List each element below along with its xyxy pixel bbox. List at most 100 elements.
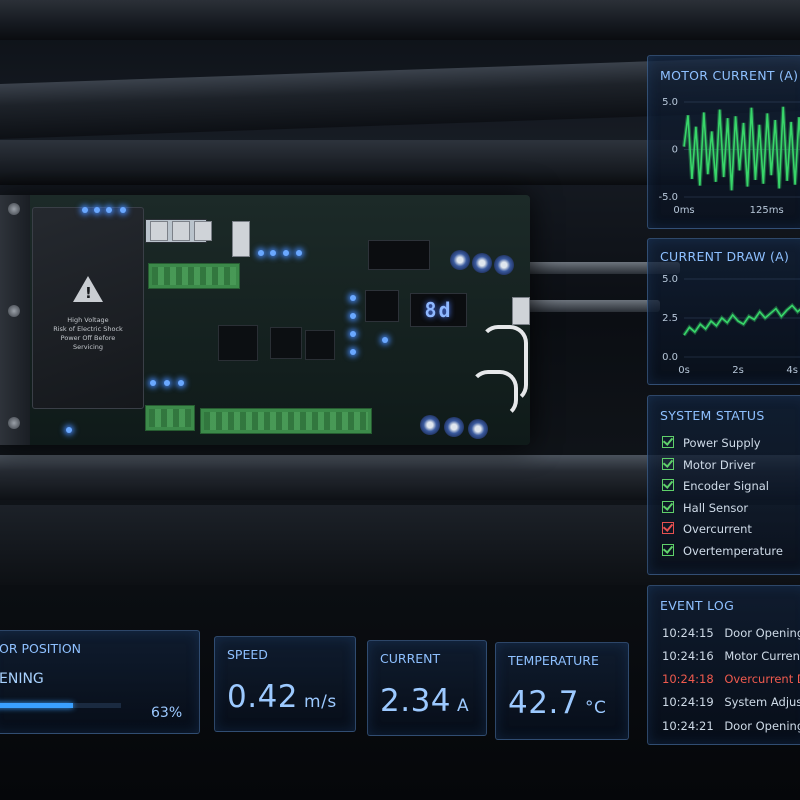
screw-icon — [8, 417, 20, 429]
y-tick-label: -5.0 — [658, 192, 678, 203]
log-message: Overcurrent De — [724, 672, 800, 686]
status-item: Power Supply — [662, 436, 761, 452]
terminal-block — [145, 405, 195, 431]
status-led — [350, 331, 356, 337]
status-led — [106, 207, 112, 213]
log-time: 10:24:16 — [662, 649, 714, 663]
terminal-block — [148, 263, 240, 289]
port-connector — [150, 221, 168, 241]
capacitor — [420, 415, 440, 435]
capacitor — [472, 253, 492, 273]
log-time: 10:24:18 — [662, 672, 714, 686]
x-tick-label: 0ms — [673, 205, 694, 216]
y-tick-label: 5.0 — [662, 274, 678, 285]
status-item: Overtemperature — [662, 544, 783, 560]
status-led — [296, 250, 302, 256]
segment-display — [365, 290, 399, 322]
x-tick-label: 125ms — [750, 205, 784, 216]
door-position-progress-fill — [0, 703, 73, 708]
ic-chip — [218, 325, 258, 361]
current-unit: A — [457, 696, 470, 716]
log-entry: 10:24:15 Door Opening — [662, 626, 800, 640]
status-item: Motor Driver — [662, 458, 755, 474]
status-label: Power Supply — [683, 436, 761, 450]
status-item: Overcurrent — [662, 522, 752, 538]
controller-board: ! High Voltage Risk of Electric Shock Po… — [0, 195, 530, 445]
exclamation-icon: ! — [85, 284, 92, 302]
y-tick-label: 5.0 — [662, 97, 678, 108]
current-value: 2.34 A — [380, 683, 469, 719]
status-led — [258, 250, 264, 256]
port-connector — [232, 221, 250, 257]
x-tick-label: 0s — [678, 365, 690, 376]
segment-display-lit: 8d — [410, 293, 467, 327]
status-label: Overcurrent — [683, 522, 752, 536]
status-led — [350, 349, 356, 355]
ic-chip — [270, 327, 302, 359]
log-entry: 10:24:19 System Adjusting — [662, 695, 800, 709]
door-state: ENING — [0, 671, 44, 687]
log-time: 10:24:21 — [662, 719, 714, 733]
speed-number: 0.42 — [227, 679, 299, 715]
check-icon — [662, 544, 674, 556]
log-message: System Adjusting — [724, 695, 800, 709]
capacitor — [494, 255, 514, 275]
door-position-panel: OR POSITION ENING 63% — [0, 630, 200, 734]
y-tick-label: 2.5 — [662, 313, 678, 324]
check-icon — [662, 436, 674, 448]
temperature-number: 42.7 — [508, 685, 580, 721]
mounting-bracket — [0, 195, 30, 445]
status-led — [82, 207, 88, 213]
cable — [470, 370, 518, 418]
check-icon — [662, 501, 674, 513]
x-tick-label: 4s — [786, 365, 798, 376]
status-led — [66, 427, 72, 433]
motor-current-chart: 5.0 0 -5.0 0ms 125ms — [658, 97, 800, 216]
event-log-panel: EVENT LOG 10:24:15 Door Opening 10:24:16… — [647, 585, 800, 745]
series-line — [683, 304, 800, 336]
panel-title: TEMPERATURE — [508, 653, 599, 668]
check-icon — [662, 458, 674, 470]
temperature-unit: °C — [585, 698, 607, 718]
current-draw-chart: 5.0 2.5 0.00s 2s 4s — [662, 274, 800, 376]
status-led — [350, 313, 356, 319]
status-led — [94, 207, 100, 213]
status-led — [350, 295, 356, 301]
capacitor — [444, 417, 464, 437]
log-message: Door Opening — [724, 626, 800, 640]
panel-title: EVENT LOG — [660, 598, 735, 613]
status-led — [164, 380, 170, 386]
port-connector — [194, 221, 212, 241]
warning-label: High Voltage Risk of Electric Shock Powe… — [53, 316, 123, 351]
y-tick-label: 0.0 — [662, 352, 678, 363]
terminal-block — [200, 408, 372, 434]
current-draw-panel: CURRENT DRAW (A) 5.0 2.5 0.0 0s 2s 4s — [647, 238, 800, 385]
door-position-progress — [0, 703, 121, 708]
log-entry-error: 10:24:18 Overcurrent De — [662, 672, 800, 686]
log-time: 10:24:15 — [662, 626, 714, 640]
log-message: Motor Current N — [724, 649, 800, 663]
status-led — [283, 250, 289, 256]
temperature-panel: TEMPERATURE 42.7 °C — [495, 642, 629, 740]
status-item: Encoder Signal — [662, 479, 769, 495]
high-voltage-cover: ! High Voltage Risk of Electric Shock Po… — [32, 207, 144, 409]
status-led — [150, 380, 156, 386]
speed-panel: SPEED 0.42 m/s — [214, 636, 356, 732]
port-connector — [172, 221, 190, 241]
check-icon — [662, 479, 674, 491]
current-panel: CURRENT 2.34 A — [367, 640, 487, 736]
panel-title: OR POSITION — [0, 641, 82, 656]
panel-title: SPEED — [227, 647, 268, 662]
status-led — [382, 337, 388, 343]
port-connector — [512, 297, 530, 325]
y-tick-label: 0 — [672, 145, 678, 156]
guide-rod — [520, 300, 660, 312]
status-label: Motor Driver — [683, 458, 756, 472]
x-tick-label: 2s — [732, 365, 744, 376]
segment-display — [368, 240, 430, 270]
status-item: Hall Sensor — [662, 501, 748, 517]
status-label: Encoder Signal — [683, 479, 769, 493]
top-rail — [0, 0, 800, 40]
series-line-glow — [682, 302, 800, 337]
screw-icon — [8, 203, 20, 215]
